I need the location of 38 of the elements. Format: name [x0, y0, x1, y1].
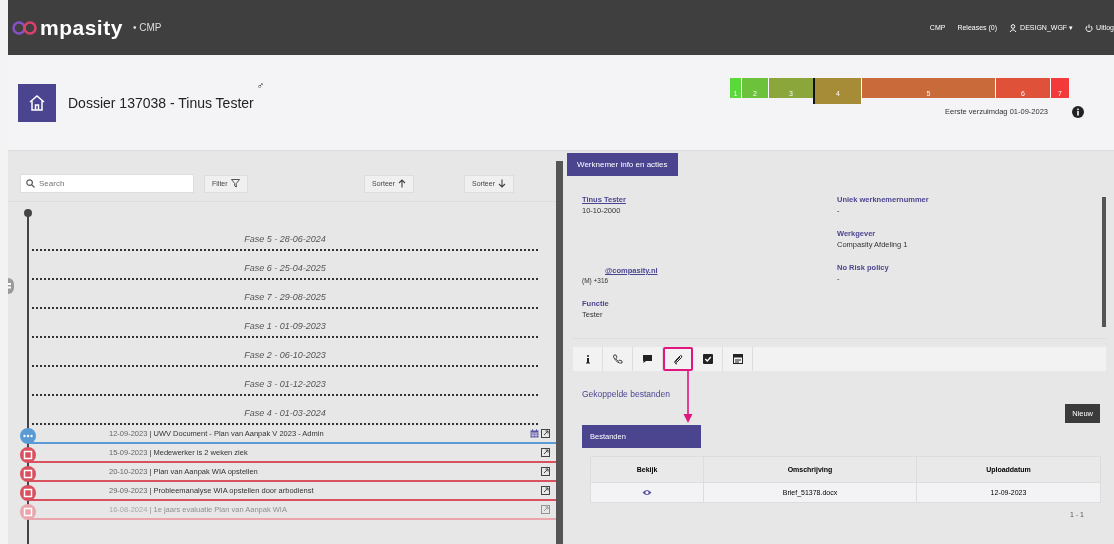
filter-icon: [230, 179, 240, 188]
section-title: Gekoppelde bestanden: [582, 389, 671, 399]
arrow-up-icon: [398, 179, 407, 188]
phase-label: Fase 2 - 06-10-2023: [244, 350, 326, 360]
search-field[interactable]: Search: [20, 174, 194, 193]
calendar-icon[interactable]: [530, 429, 539, 438]
home-button[interactable]: [18, 83, 56, 122]
task-icon: [702, 354, 713, 364]
phase-label: Fase 7 - 29-08-2025: [244, 292, 326, 302]
external-link-icon[interactable]: [541, 467, 550, 476]
phase-label: Fase 4 - 01-03-2024: [244, 408, 326, 418]
annotation-arrow: [683, 369, 693, 424]
info-icon[interactable]: [1072, 105, 1084, 118]
panel-tab[interactable]: Werknemer info en acties: [567, 153, 678, 176]
home-icon: [28, 93, 46, 112]
phase-label: Fase 5 - 28-06-2024: [244, 234, 326, 244]
action-tab[interactable]: [663, 347, 693, 371]
phone-icon: [612, 353, 623, 365]
phase-label: Fase 3 - 01-12-2023: [244, 379, 326, 389]
chat-icon: [642, 354, 653, 364]
phase-label: Fase 1 - 01-09-2023: [244, 321, 326, 331]
user-icon: [1009, 23, 1018, 32]
gender-symbol: ♂: [256, 79, 265, 91]
external-link-icon[interactable]: [541, 486, 550, 495]
eye-icon[interactable]: [642, 488, 652, 496]
dossier-title: Dossier 137038 - Tinus Tester: [68, 94, 254, 111]
logo-icon: [12, 20, 38, 35]
arrow-down-icon: [498, 179, 506, 188]
search-icon: [26, 179, 35, 188]
phase-label: Fase 6 - 25-04-2025: [244, 263, 326, 273]
external-link-icon[interactable]: [541, 448, 550, 457]
form-icon: [732, 354, 743, 364]
external-link-icon[interactable]: [541, 429, 550, 438]
logo-text: mpasity: [40, 15, 123, 40]
app-name: • CMP: [132, 22, 162, 33]
power-icon: [1085, 23, 1094, 32]
scrollbar[interactable]: [1102, 197, 1106, 327]
paperclip-icon: [672, 353, 684, 365]
